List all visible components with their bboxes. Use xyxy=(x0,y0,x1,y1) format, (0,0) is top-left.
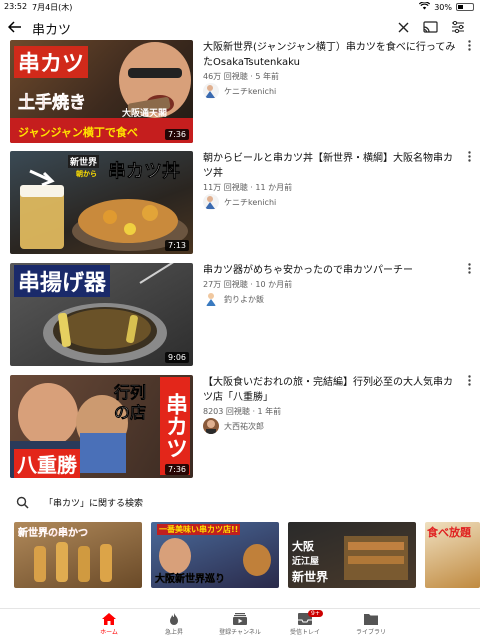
video-channel[interactable]: ケニチkenichi xyxy=(203,194,276,210)
more-vert-icon xyxy=(467,375,471,386)
video-thumbnail[interactable]: 行列 の店 串カツ 八重勝 7:36 xyxy=(10,375,193,478)
thumbnail-text: 土手焼き xyxy=(18,93,87,114)
status-bar: 23:52 7月4日(木) 30% xyxy=(0,0,480,14)
video-channel[interactable]: ケニチkenichi xyxy=(203,83,276,99)
clear-search-button[interactable] xyxy=(394,18,412,36)
search-icon xyxy=(16,494,29,513)
video-duration: 7:36 xyxy=(165,129,189,140)
library-icon xyxy=(364,614,378,625)
thumbnail-text: 朝から xyxy=(76,170,97,178)
video-item[interactable]: 新世界 朝から 串カツ丼 7:13 朝からビールと串カツ丼【新世界・横綱】大阪名… xyxy=(0,151,480,261)
related-card-sub: 大阪新世界巡り xyxy=(155,574,225,585)
related-card-text: 食べ放題 xyxy=(427,526,471,539)
home-icon xyxy=(102,613,116,625)
cast-button[interactable] xyxy=(421,18,439,36)
channel-avatar[interactable] xyxy=(203,418,219,434)
video-duration: 7:13 xyxy=(165,240,189,251)
wifi-icon xyxy=(419,1,431,12)
nav-label: 急上昇 xyxy=(164,629,183,636)
video-duration: 9:06 xyxy=(165,352,189,363)
arrow-left-icon xyxy=(8,21,21,33)
nav-inbox[interactable]: 9+ 受信トレイ xyxy=(270,610,340,636)
thumbnail-text: ジャンジャン横丁で食べ xyxy=(18,126,138,139)
video-meta: 46万 回視聴 · 5 年前 xyxy=(203,72,279,81)
channel-name: 釣りよか飯 xyxy=(224,294,264,304)
video-channel[interactable]: 釣りよか飯 xyxy=(203,291,264,307)
video-title[interactable]: 【大阪食いだおれの旅・完結編】行列必至の大人気串カツ店「八重勝」 xyxy=(203,375,458,405)
related-searches-label: 「串カツ」に関する検索 xyxy=(44,499,144,509)
trending-icon xyxy=(170,613,178,625)
thumbnail-text: 新世界 xyxy=(68,155,100,168)
thumbnail-text: 大阪通天閣 xyxy=(122,109,168,119)
more-options-button[interactable] xyxy=(462,375,476,391)
related-card-text: 大阪 xyxy=(292,540,314,553)
back-button[interactable] xyxy=(6,18,24,36)
related-card-text: 一番美味い串カツ店!! xyxy=(157,524,241,535)
video-title[interactable]: 串カツ器がめちゃ安かったので串カツパーチー xyxy=(203,263,458,278)
video-title[interactable]: 朝からビールと串カツ丼【新世界・横綱】大阪名物串カツ丼 xyxy=(203,151,458,181)
filter-sliders-icon xyxy=(452,21,464,33)
status-date: 7月4日(木) xyxy=(32,3,73,12)
video-thumbnail[interactable]: 串カツ 土手焼き 大阪通天閣 ジャンジャン横丁で食べ 7:36 xyxy=(10,40,193,143)
video-meta: 11万 回視聴 · 11 か月前 xyxy=(203,183,293,192)
related-search-card[interactable]: 大阪 近江屋 新世界 xyxy=(288,522,416,588)
nav-library[interactable]: ライブラリ xyxy=(336,613,406,636)
channel-avatar[interactable] xyxy=(203,194,219,210)
filter-button[interactable] xyxy=(449,18,467,36)
status-right: 30% xyxy=(419,1,474,12)
thumbnail-text: 串カツ丼 xyxy=(108,161,181,183)
more-vert-icon xyxy=(467,151,471,162)
more-vert-icon xyxy=(467,263,471,274)
nav-label: ライブラリ xyxy=(355,629,386,636)
thumbnail-text: 串カツ xyxy=(14,46,89,78)
thumbnail-text: の店 xyxy=(114,403,147,423)
video-thumbnail[interactable]: 串揚げ器 9:06 xyxy=(10,263,193,366)
search-query[interactable]: 串カツ xyxy=(32,19,71,38)
channel-avatar[interactable] xyxy=(203,291,219,307)
nav-label: 登録チャンネル xyxy=(219,629,261,636)
channel-name: 大西祐次郎 xyxy=(224,421,264,431)
channel-name: ケニチkenichi xyxy=(224,197,277,207)
related-search-card[interactable]: 食べ放題 xyxy=(425,522,480,588)
video-meta: 27万 回視聴 · 10 か月前 xyxy=(203,280,293,289)
bottom-navigation: ホーム 急上昇 登録チャンネル 9+ 受信トレイ ライブラリ xyxy=(0,608,480,640)
related-searches-header: 「串カツ」に関する検索 xyxy=(0,492,480,512)
more-options-button[interactable] xyxy=(462,40,476,56)
inbox-badge: 9+ xyxy=(308,610,323,617)
thumbnail-text: 串揚げ器 xyxy=(14,265,111,297)
status-time: 23:52 xyxy=(4,2,28,11)
battery-percent: 30% xyxy=(434,2,452,12)
video-meta: 8203 回視聴 · 1 年前 xyxy=(203,407,282,416)
related-card-sub: 近江屋 xyxy=(292,557,320,567)
nav-subscriptions[interactable]: 登録チャンネル xyxy=(205,613,275,636)
more-options-button[interactable] xyxy=(462,263,476,279)
battery-icon xyxy=(456,3,474,11)
nav-label: 受信トレイ xyxy=(289,629,320,636)
video-duration: 7:36 xyxy=(165,464,189,475)
video-channel[interactable]: 大西祐次郎 xyxy=(203,418,264,434)
nav-home[interactable]: ホーム xyxy=(74,613,144,636)
related-card-text: 新世界の串かつ xyxy=(18,528,88,539)
channel-name: ケニチkenichi xyxy=(224,86,277,96)
thumbnail-text: 八重勝 xyxy=(14,449,80,478)
channel-avatar[interactable] xyxy=(203,83,219,99)
nav-label: ホーム xyxy=(100,629,118,636)
close-icon xyxy=(398,22,408,32)
related-search-card[interactable]: 新世界の串かつ xyxy=(14,522,142,588)
video-title[interactable]: 大阪新世界(ジャンジャン横丁）串カツを食べに行ってみたOsakaTsutenka… xyxy=(203,40,458,70)
cast-icon xyxy=(422,21,438,33)
video-item[interactable]: 行列 の店 串カツ 八重勝 7:36 【大阪食いだおれの旅・完結編】行列必至の大… xyxy=(0,375,480,485)
nav-trending[interactable]: 急上昇 xyxy=(139,613,209,636)
search-header: 串カツ xyxy=(0,14,480,40)
subscriptions-icon xyxy=(233,613,247,625)
video-thumbnail[interactable]: 新世界 朝から 串カツ丼 7:13 xyxy=(10,151,193,254)
more-options-button[interactable] xyxy=(462,151,476,167)
more-vert-icon xyxy=(467,40,471,51)
related-search-card[interactable]: 一番美味い串カツ店!! 大阪新世界巡り xyxy=(151,522,279,588)
video-item[interactable]: 串カツ 土手焼き 大阪通天閣 ジャンジャン横丁で食べ 7:36 大阪新世界(ジャ… xyxy=(0,40,480,150)
video-item[interactable]: 串揚げ器 9:06 串カツ器がめちゃ安かったので串カツパーチー 27万 回視聴 … xyxy=(0,263,480,373)
thumbnail-text: 串カツ xyxy=(160,377,190,475)
related-card-sub2: 新世界 xyxy=(292,570,329,584)
